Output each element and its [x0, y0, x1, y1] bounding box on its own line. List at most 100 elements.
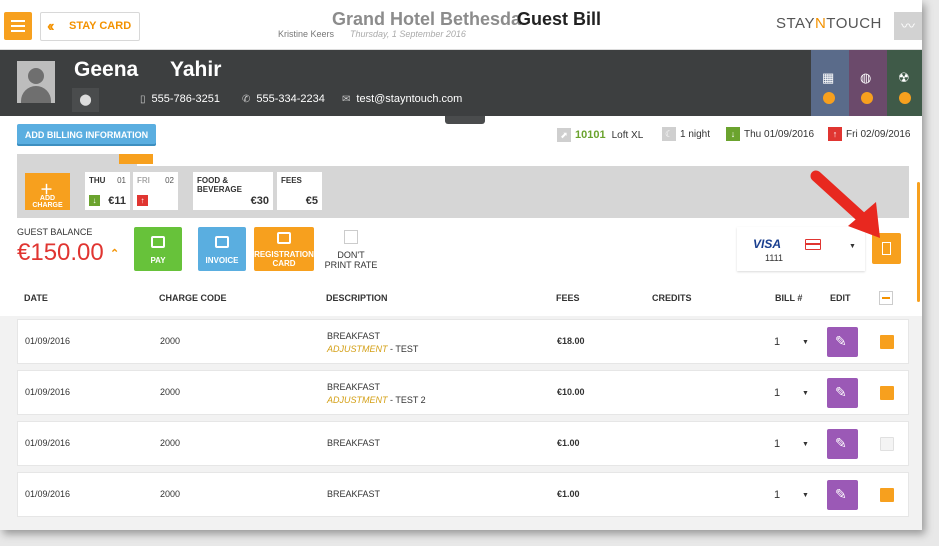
table-row[interactable]: 01/09/2016 2000 BREAKFAST €1.00 1 ▼ ✎ [17, 472, 909, 517]
guest-header: Geena Yahir ⬤ ▯ 555-786-3251 ✆ 555-334-223… [0, 50, 922, 116]
row-date: 01/09/2016 [25, 438, 71, 448]
row-bill-number[interactable]: 1 [774, 438, 780, 450]
double-chevron-left-icon: ‹‹ [47, 18, 54, 35]
business-date: Thursday, 1 September 2016 [350, 29, 466, 39]
pencil-icon: ✎ [835, 486, 847, 502]
row-charge-code: 2000 [160, 489, 181, 499]
pulse-icon: 〰 [901, 18, 915, 34]
table-row[interactable]: 01/09/2016 2000 BREAKFAST ADJUSTMENT - TEST… [17, 319, 909, 364]
day-card[interactable]: THU 01 ↓ €11 [85, 172, 130, 210]
select-all-checkbox[interactable] [879, 291, 893, 305]
pay-button[interactable]: PAY [134, 227, 182, 271]
biohazard-icon: ☢ [898, 70, 910, 85]
email-text: test@stayntouch.com [356, 93, 463, 105]
add-charge-label: ADD CHARGE [32, 195, 63, 209]
table-row[interactable]: 01/09/2016 2000 BREAKFAST ADJUSTMENT - TEST… [17, 370, 909, 415]
pencil-icon: ✎ [835, 333, 847, 349]
adjustment-note: - TEST [387, 344, 419, 354]
invoice-button[interactable]: INVOICE [198, 227, 246, 271]
arrow-up-icon: ↑ [137, 195, 148, 206]
add-charge-button[interactable]: ＋ ADD CHARGE [25, 173, 70, 210]
room-type: Loft XL [611, 130, 644, 141]
row-charge-code: 2000 [160, 336, 181, 346]
guest-last-name: Yahir [170, 58, 222, 81]
active-bill-tab[interactable] [119, 154, 153, 164]
arrow-down-icon: ↓ [89, 195, 100, 206]
category-amount: €30 [250, 195, 269, 207]
stay-card-back-button[interactable]: ‹‹ STAY CARD [40, 12, 140, 41]
row-bill-number[interactable]: 1 [774, 387, 780, 399]
row-date: 01/09/2016 [25, 387, 71, 397]
activity-button[interactable]: 〰 [894, 12, 922, 40]
search-icon [861, 92, 873, 104]
search-icon [823, 92, 835, 104]
row-checkbox[interactable] [880, 386, 894, 400]
header-drawer-handle[interactable] [445, 116, 485, 124]
card-last-digits: 1111 [765, 253, 784, 263]
caret-down-icon: ▼ [802, 390, 809, 397]
table-row[interactable]: 01/09/2016 2000 BREAKFAST €1.00 1 ▼ ✎ [17, 421, 909, 466]
charge-category-card[interactable]: FEES €5 [277, 172, 322, 210]
day-amount: €11 [108, 195, 126, 207]
dont-print-rate-checkbox[interactable] [344, 230, 358, 244]
charge-category-card[interactable]: FOOD & BEVERAGE €30 [193, 172, 273, 210]
row-bill-number[interactable]: 1 [774, 489, 780, 501]
double-chevron-up-icon[interactable]: ⌃ [110, 247, 119, 260]
menu-button[interactable] [4, 12, 32, 40]
adjustment-tag: ADJUSTMENT [327, 395, 388, 405]
registration-card-button[interactable]: REGISTRATION CARD [254, 227, 314, 271]
departure-info: ↑ Fri 02/09/2016 [828, 126, 911, 144]
edit-button[interactable]: ✎ [827, 378, 858, 408]
pay-label: PAY [150, 256, 166, 265]
edit-button[interactable]: ✎ [827, 480, 858, 510]
column-fees: FEES [556, 293, 580, 303]
row-adjustment: ADJUSTMENT - TEST 2 [327, 395, 426, 405]
wallet-icon [151, 236, 165, 248]
row-bill-number[interactable]: 1 [774, 336, 780, 348]
scrollbar[interactable] [917, 182, 920, 302]
category-name: FOOD & BEVERAGE [197, 176, 242, 194]
hamburger-icon-line [11, 25, 25, 27]
mobile-icon: ▯ [140, 94, 146, 105]
arrow-up-icon: ↑ [828, 127, 842, 142]
moon-icon: ☾ [662, 127, 676, 142]
guest-tile[interactable]: ☢ [887, 50, 922, 116]
row-fees: €10.00 [557, 387, 585, 397]
edit-button[interactable]: ✎ [827, 429, 858, 459]
logo-part: TOUCH [826, 15, 882, 32]
add-billing-information-button[interactable]: ADD BILLING INFORMATION [17, 124, 156, 146]
map-pin-icon: ⬤ [79, 94, 92, 106]
registration-card-label: REGISTRATION CARD [254, 250, 314, 268]
column-edit: EDIT [830, 293, 851, 303]
guest-first-name: Geena [74, 58, 139, 81]
row-fees: €18.00 [557, 336, 585, 346]
category-amount: €5 [305, 195, 318, 207]
hotel-icon: ▦ [822, 70, 835, 85]
row-checkbox[interactable] [880, 437, 894, 451]
avatar-body [21, 86, 51, 103]
row-checkbox[interactable] [880, 335, 894, 349]
home-phone: ✆ 555-334-2234 [242, 93, 325, 105]
caret-down-icon: ▼ [802, 339, 809, 346]
bill-tab-row [17, 154, 153, 166]
arrival-info: ↓ Thu 01/09/2016 [726, 126, 814, 144]
row-description: BREAKFAST [327, 489, 381, 499]
arrow-down-icon: ↓ [726, 127, 740, 142]
row-checkbox[interactable] [880, 488, 894, 502]
day-card[interactable]: FRI 02 ↑ [133, 172, 178, 210]
document-icon [215, 236, 229, 248]
nights-text: 1 night [680, 129, 711, 140]
hamburger-icon [11, 20, 25, 22]
column-description: DESCRIPTION [326, 293, 388, 303]
row-adjustment: ADJUSTMENT - TEST [327, 344, 418, 354]
adjustment-note: - TEST 2 [387, 395, 426, 405]
stayntouch-logo: STAYNTOUCH [776, 15, 882, 32]
row-description: BREAKFAST [327, 438, 381, 448]
guest-tile[interactable]: ◍ [849, 50, 887, 116]
column-charge-code: CHARGE CODE [159, 293, 227, 303]
edit-button[interactable]: ✎ [827, 327, 858, 357]
location-button[interactable]: ⬤ [72, 88, 99, 112]
page-title: Guest Bill [517, 9, 602, 29]
day-name: THU [89, 176, 106, 185]
guest-tile[interactable]: ▦ [811, 50, 849, 116]
